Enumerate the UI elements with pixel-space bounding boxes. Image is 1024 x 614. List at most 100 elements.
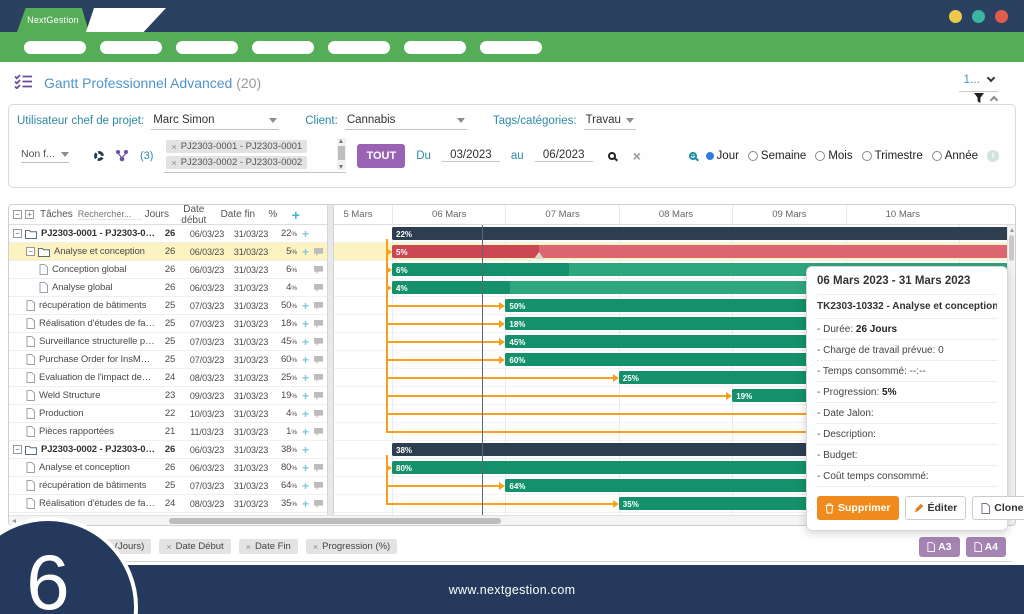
comment-icon[interactable] bbox=[312, 319, 325, 329]
nav-pill[interactable] bbox=[252, 40, 314, 54]
scroll-thumb[interactable] bbox=[1009, 235, 1014, 261]
sitemap-icon[interactable] bbox=[115, 149, 129, 162]
nav-pill[interactable] bbox=[100, 40, 162, 54]
table-row[interactable]: Production 22 10/03/23 31/03/23 4% + bbox=[9, 405, 327, 423]
collapse-icon[interactable]: − bbox=[26, 247, 35, 256]
table-row[interactable]: Pièces rapportées 21 11/03/23 31/03/23 1% + bbox=[9, 423, 327, 441]
comment-icon[interactable] bbox=[312, 373, 325, 383]
add-subtask-icon[interactable]: + bbox=[299, 336, 312, 348]
remove-tag-icon[interactable]: × bbox=[171, 158, 176, 168]
table-row[interactable]: Weld Structure 23 09/03/23 31/03/23 19% + bbox=[9, 387, 327, 405]
table-row[interactable]: − Analyse et conception 26 06/03/23 31/03/23… bbox=[9, 243, 327, 261]
remove-chip-icon[interactable]: × bbox=[313, 542, 318, 552]
search-icon[interactable] bbox=[607, 151, 616, 160]
add-subtask-icon[interactable]: + bbox=[299, 228, 312, 240]
comment-icon[interactable] bbox=[312, 355, 325, 365]
column-chip[interactable]: × Date Fin bbox=[238, 539, 298, 554]
table-row[interactable]: − PJ2303-0001 - PJ2303-0001 26 06/03/23 31/0… bbox=[9, 225, 327, 243]
nav-pill[interactable] bbox=[480, 40, 542, 54]
comment-icon[interactable] bbox=[312, 481, 325, 491]
table-row[interactable]: Conception global 26 06/03/23 31/03/23 6% bbox=[9, 261, 327, 279]
table-row[interactable]: Analyse global 26 06/03/23 31/03/23 4% bbox=[9, 279, 327, 297]
delete-button[interactable]: Supprimer bbox=[817, 496, 899, 520]
filter-toggle[interactable] bbox=[973, 92, 999, 104]
close-icon[interactable] bbox=[995, 10, 1008, 23]
scroll-up-icon[interactable] bbox=[339, 139, 344, 143]
column-chip[interactable]: × Progression (%) bbox=[305, 539, 398, 554]
table-row[interactable]: Réalisation d'études de faisabilité 24 08/… bbox=[9, 495, 327, 513]
comment-icon[interactable] bbox=[312, 301, 325, 311]
date-to-input[interactable] bbox=[534, 149, 593, 162]
add-subtask-icon[interactable]: + bbox=[299, 426, 312, 438]
collapse-icon[interactable]: − bbox=[13, 445, 22, 454]
comment-icon[interactable] bbox=[312, 427, 325, 437]
table-row[interactable]: Purchase Order for InsMotors 25 07/03/23 31… bbox=[9, 351, 327, 369]
add-subtask-icon[interactable]: + bbox=[299, 462, 312, 474]
table-row[interactable]: Evaluation de l'impact des infras... 24 08… bbox=[9, 369, 327, 387]
add-subtask-icon[interactable]: + bbox=[299, 480, 312, 492]
gantt-bar[interactable]: 5% bbox=[392, 245, 1007, 258]
column-header-pct[interactable]: % bbox=[260, 209, 286, 220]
filter-select[interactable]: Marc Simon bbox=[151, 114, 280, 130]
comment-icon[interactable] bbox=[312, 283, 325, 293]
view-option-jour[interactable]: Jour bbox=[705, 150, 739, 162]
radio-icon[interactable] bbox=[705, 151, 714, 160]
comment-icon[interactable] bbox=[312, 391, 325, 401]
add-subtask-icon[interactable]: + bbox=[299, 408, 312, 420]
collapse-all-icon[interactable]: − bbox=[13, 210, 22, 219]
add-task-icon[interactable]: + bbox=[286, 208, 306, 222]
page-selector[interactable]: 1... bbox=[959, 72, 998, 92]
project-tag[interactable]: × PJ2303-0002 - PJ2303-0002 bbox=[166, 156, 308, 169]
minimize-icon[interactable] bbox=[949, 10, 962, 23]
clone-button[interactable]: Cloner bbox=[972, 496, 1024, 520]
table-row[interactable]: récupération de bâtiments 25 07/03/23 31/03… bbox=[9, 477, 327, 495]
nav-pill[interactable] bbox=[176, 40, 238, 54]
export-a4-button[interactable]: A4 bbox=[965, 537, 1006, 557]
table-row[interactable]: Analyse et conception 26 06/03/23 31/03/23 8… bbox=[9, 459, 327, 477]
nav-pill[interactable] bbox=[24, 40, 86, 54]
project-multiselect[interactable]: × PJ2303-0001 - PJ2303-0001 × PJ2303-0002 -… bbox=[164, 138, 347, 173]
task-search-input[interactable] bbox=[77, 209, 142, 220]
scroll-thumb[interactable] bbox=[169, 517, 501, 524]
table-row[interactable]: récupération de bâtiments 25 07/03/23 31/03… bbox=[9, 297, 327, 315]
maximize-icon[interactable] bbox=[972, 10, 985, 23]
radio-icon[interactable] bbox=[861, 150, 872, 161]
column-header-debut[interactable]: Date début bbox=[172, 205, 216, 226]
export-a3-button[interactable]: A3 bbox=[919, 537, 960, 557]
comment-icon[interactable] bbox=[312, 409, 325, 419]
radio-icon[interactable] bbox=[815, 150, 826, 161]
multiselect-scrollbar[interactable] bbox=[337, 138, 347, 170]
comment-icon[interactable] bbox=[312, 247, 325, 257]
zoom-in-icon[interactable] bbox=[688, 151, 697, 160]
filter-select[interactable]: Cannabis bbox=[344, 114, 467, 130]
nav-pill[interactable] bbox=[328, 40, 390, 54]
scroll-thumb[interactable] bbox=[338, 146, 346, 160]
progress-handle-icon[interactable] bbox=[534, 252, 545, 259]
radio-icon[interactable] bbox=[747, 150, 758, 161]
expand-all-icon[interactable]: + bbox=[25, 210, 34, 219]
add-subtask-icon[interactable]: + bbox=[299, 318, 312, 330]
collapse-icon[interactable]: − bbox=[13, 229, 22, 238]
add-subtask-icon[interactable]: + bbox=[299, 372, 312, 384]
column-header-jours[interactable]: Jours bbox=[142, 209, 172, 220]
view-option-mois[interactable]: Mois bbox=[815, 150, 853, 162]
comment-icon[interactable] bbox=[312, 463, 325, 473]
secondary-tab[interactable] bbox=[86, 8, 166, 32]
column-header-fin[interactable]: Date fin bbox=[216, 209, 260, 220]
remove-chip-icon[interactable]: × bbox=[166, 542, 171, 552]
table-row[interactable]: Réalisation d'études de faisabilité 25 07/… bbox=[9, 315, 327, 333]
info-icon[interactable]: i bbox=[987, 149, 999, 162]
nav-pill[interactable] bbox=[404, 40, 466, 54]
project-tag[interactable]: × PJ2303-0001 - PJ2303-0001 bbox=[166, 140, 308, 153]
scroll-up-icon[interactable] bbox=[1009, 228, 1014, 232]
comment-icon[interactable] bbox=[312, 265, 325, 275]
gantt-bar[interactable]: 22% bbox=[392, 227, 1007, 240]
add-subtask-icon[interactable]: + bbox=[299, 246, 312, 258]
view-option-semaine[interactable]: Semaine bbox=[747, 150, 806, 162]
clear-search-icon[interactable]: × bbox=[633, 148, 641, 164]
add-subtask-icon[interactable]: + bbox=[299, 354, 312, 366]
edit-button[interactable]: Éditer bbox=[904, 496, 967, 520]
filter-select[interactable]: Travau bbox=[583, 114, 636, 130]
pane-splitter[interactable] bbox=[327, 205, 334, 525]
comment-icon[interactable] bbox=[312, 337, 325, 347]
